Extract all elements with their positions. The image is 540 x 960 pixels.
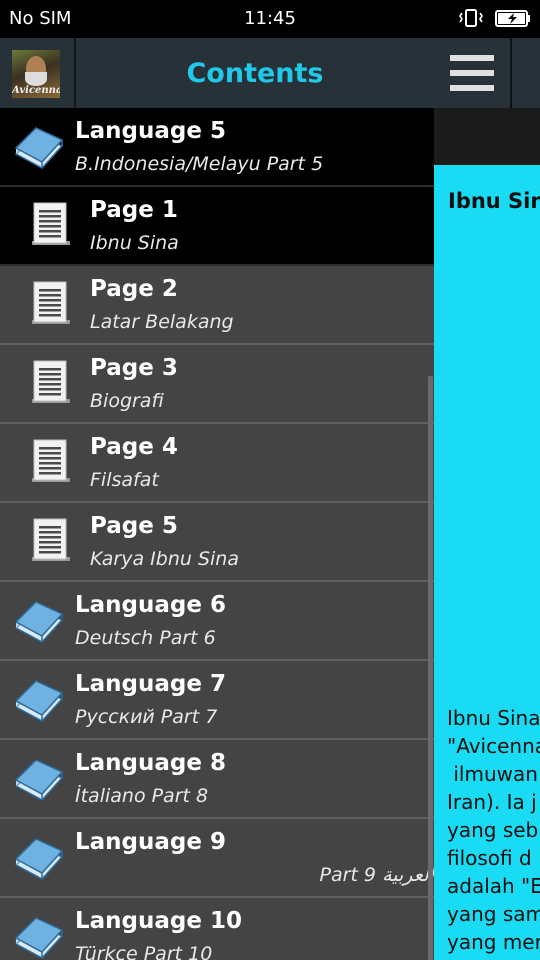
drawer-title: Contents xyxy=(186,58,324,89)
app-logo[interactable]: Avicenna xyxy=(12,50,60,98)
document-icon xyxy=(30,201,70,249)
list-item-title: Page 4 xyxy=(90,434,178,460)
list-item-title: Language 9 xyxy=(75,829,226,855)
document-icon xyxy=(30,517,70,565)
list-item-subtitle: Ibnu Sina xyxy=(90,232,179,254)
drawer-header: Avicenna Contents xyxy=(0,38,434,108)
list-item-subtitle: Latar Belakang xyxy=(90,311,234,333)
list-item-subtitle: Русский Part 7 xyxy=(75,706,218,728)
battery-charging-icon xyxy=(495,10,530,27)
content-paragraph: Ibnu Sina "Avicenna ilmuwan Iran). Ia j … xyxy=(447,706,540,954)
book-icon xyxy=(12,914,64,960)
hamburger-menu-icon xyxy=(450,55,494,61)
language-list-item[interactable]: Language 9 العربية Part 9 xyxy=(0,819,434,898)
language-list-item[interactable]: Language 5 B.Indonesia/Melayu Part 5 xyxy=(0,108,434,187)
content-title: Ibnu Sina xyxy=(448,189,540,213)
book-icon xyxy=(12,124,64,170)
page-list-item[interactable]: Page 4 Filsafat xyxy=(0,424,434,503)
list-item-subtitle: العربية Part 9 xyxy=(319,864,434,886)
page-list-item[interactable]: Page 1 Ibnu Sina xyxy=(0,187,434,266)
list-item-title: Page 2 xyxy=(90,276,178,302)
list-item-subtitle: İtaliano Part 8 xyxy=(75,785,209,807)
book-icon xyxy=(12,598,64,644)
scrollbar[interactable] xyxy=(428,376,433,960)
list-item-title: Page 3 xyxy=(90,355,178,381)
document-icon xyxy=(30,359,70,407)
navigation-drawer: Avicenna Contents Language 5 B.Indonesia/… xyxy=(0,38,434,960)
content-area[interactable]: Ibnu Sina Ibnu Sina "Avicenna ilmuwan Ir… xyxy=(434,165,540,960)
logo-text: Avicenna xyxy=(12,85,60,96)
list-item-title: Language 7 xyxy=(75,671,226,697)
status-bar: No SIM 11:45 xyxy=(0,0,540,38)
book-icon xyxy=(12,677,64,723)
list-item-subtitle: Filsafat xyxy=(90,469,159,491)
list-item-title: Language 6 xyxy=(75,592,226,618)
language-list-item[interactable]: Language 10 Türkçe Part 10 xyxy=(0,898,434,960)
list-item-subtitle: Deutsch Part 6 xyxy=(75,627,216,649)
list-item-title: Language 8 xyxy=(75,750,226,776)
content-toolbar xyxy=(434,108,540,165)
list-item-title: Language 10 xyxy=(75,908,242,934)
list-item-title: Page 5 xyxy=(90,513,178,539)
list-item-subtitle: Türkçe Part 10 xyxy=(75,943,213,960)
language-list-item[interactable]: Language 8 İtaliano Part 8 xyxy=(0,740,434,819)
page-list-item[interactable]: Page 2 Latar Belakang xyxy=(0,266,434,345)
page-list-item[interactable]: Page 5 Karya Ibnu Sina xyxy=(0,503,434,582)
list-item-subtitle: Biografi xyxy=(90,390,164,412)
document-icon xyxy=(30,438,70,486)
book-icon xyxy=(12,756,64,802)
page-list-item[interactable]: Page 3 Biografi xyxy=(0,345,434,424)
language-list-item[interactable]: Language 6 Deutsch Part 6 xyxy=(0,582,434,661)
hamburger-menu-icon-bar xyxy=(450,85,494,91)
menu-button[interactable] xyxy=(436,38,512,108)
vibrate-icon xyxy=(459,9,483,27)
contents-list: Language 5 B.Indonesia/Melayu Part 5 Page … xyxy=(0,108,434,960)
book-icon xyxy=(12,835,64,881)
avatar-beard xyxy=(25,72,47,86)
list-item-subtitle: B.Indonesia/Melayu Part 5 xyxy=(75,153,324,175)
language-list-item[interactable]: Language 7 Русский Part 7 xyxy=(0,661,434,740)
list-item-title: Page 1 xyxy=(90,197,178,223)
list-item-title: Language 5 xyxy=(75,118,226,144)
document-icon xyxy=(30,280,70,328)
list-item-subtitle: Karya Ibnu Sina xyxy=(90,548,239,570)
hamburger-menu-icon-bar xyxy=(450,70,494,76)
